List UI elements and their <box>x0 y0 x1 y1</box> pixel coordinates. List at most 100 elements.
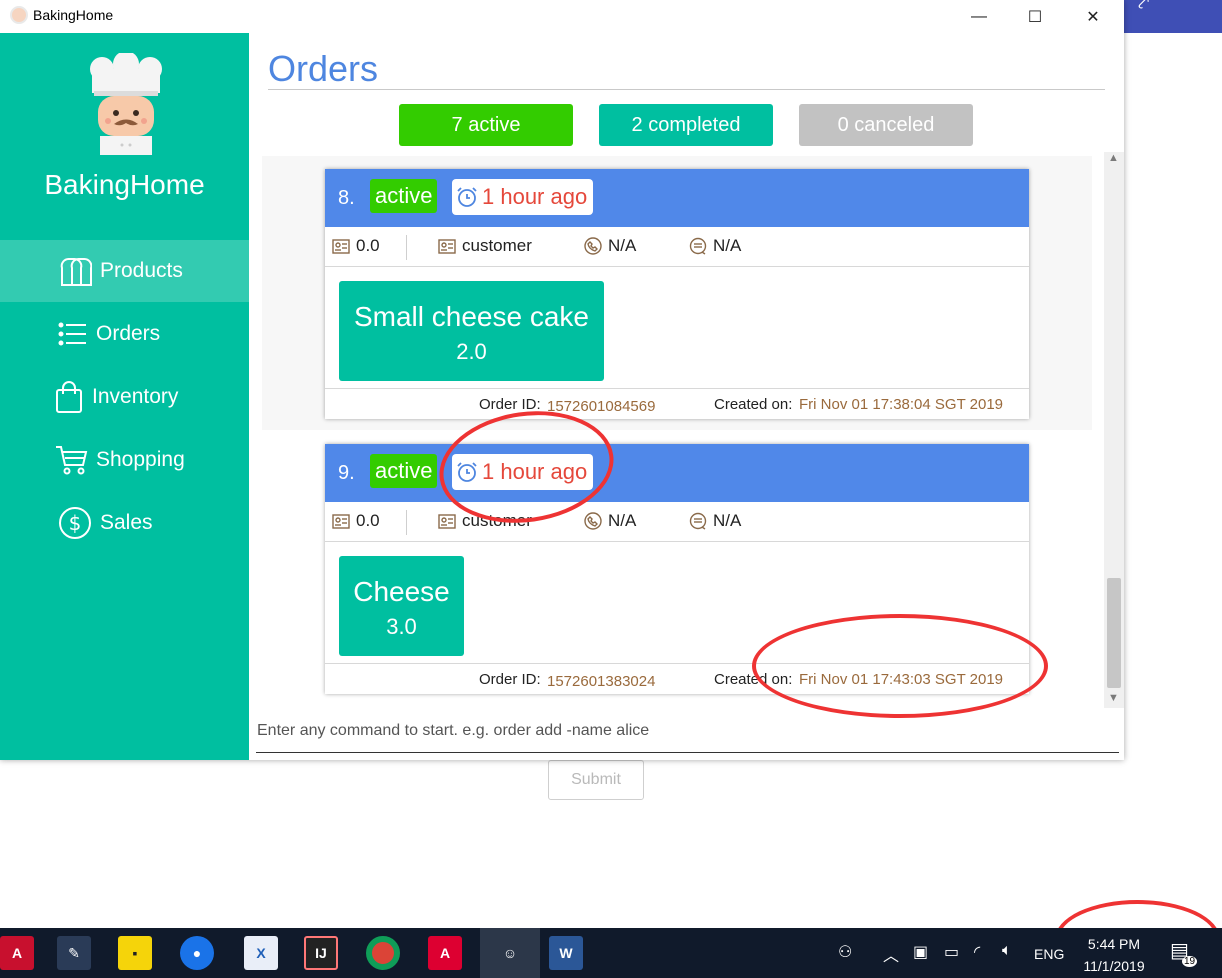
order-id-label: Order ID: <box>479 671 541 688</box>
comment-icon <box>689 237 707 255</box>
order-info-row: 0.0 customer N/A N/A <box>325 227 1029 267</box>
order-remark-value: N/A <box>713 236 742 255</box>
order-list-scrollbar[interactable]: ▲ ▼ <box>1104 152 1124 708</box>
sidebar-item-sales[interactable]: $ Sales <box>0 492 249 554</box>
sidebar: BakingHome Products Orders Inventory Sho… <box>0 33 249 760</box>
sidebar-item-label: Sales <box>100 511 153 534</box>
export-icon: ⤤ <box>1138 0 1150 14</box>
order-number: 8. <box>338 187 355 209</box>
status-badge: active <box>370 454 438 488</box>
order-number: 9. <box>338 462 355 484</box>
scroll-thumb[interactable] <box>1107 578 1121 688</box>
page-title: Orders <box>268 48 379 89</box>
window-title: BakingHome <box>33 7 114 23</box>
volume-icon[interactable]: 🔈︎ <box>1002 942 1012 960</box>
order-info-row: 0.0 customer N/A N/A <box>325 502 1029 542</box>
scroll-down-icon[interactable]: ▼ <box>1108 692 1119 704</box>
order-item-name: Small cheese cake <box>353 301 589 332</box>
battery-icon[interactable]: ▭ <box>944 942 959 962</box>
eclipse-icon[interactable]: ✎ <box>57 936 91 970</box>
bakinghome-taskbar-icon[interactable]: ☺ <box>480 928 540 978</box>
cart-icon <box>56 446 88 475</box>
word-icon[interactable]: W <box>549 936 583 970</box>
dollar-icon: $ <box>59 507 91 539</box>
title-divider <box>268 89 1105 90</box>
divider <box>406 510 407 535</box>
sidebar-item-label: Shopping <box>96 448 185 471</box>
id-card-icon <box>438 239 456 254</box>
sidebar-item-inventory[interactable]: Inventory <box>0 366 249 428</box>
clock-time: 5:44 PM <box>1087 936 1141 952</box>
close-button[interactable]: ✕ <box>1064 0 1122 33</box>
chrome-icon[interactable] <box>366 936 400 970</box>
intellij-icon[interactable]: IJ <box>304 936 338 970</box>
tab-canceled[interactable]: 0 canceled <box>799 104 973 146</box>
command-underline <box>256 752 1119 753</box>
maximize-button[interactable]: ☐ <box>1006 0 1064 33</box>
order-time: 1 hour ago <box>482 184 588 209</box>
acrobat-icon[interactable]: A <box>0 936 34 970</box>
taskbar: A ✎ ▪ ● X IJ A ☺ W ⚇ ︿ ▣ ▭ ◜ 🔈︎ ENG 5:44… <box>0 928 1222 978</box>
tab-completed[interactable]: 2 completed <box>599 104 773 146</box>
minimize-button[interactable]: — <box>950 0 1008 33</box>
maps-icon[interactable]: ● <box>180 936 214 970</box>
status-badge: active <box>370 179 438 213</box>
clock-date: 11/1/2019 <box>1083 958 1145 974</box>
order-item-qty: 2.0 <box>456 339 487 364</box>
order-total: 0.0 <box>332 236 380 256</box>
sticky-notes-icon[interactable]: ▪ <box>118 936 152 970</box>
order-customer: customer <box>438 236 532 256</box>
sidebar-item-shopping[interactable]: Shopping <box>0 429 249 491</box>
submit-button[interactable]: Submit <box>548 760 644 800</box>
order-item-name: Cheese <box>353 576 450 607</box>
order-id: 1572601084569 <box>547 398 656 415</box>
order-customer-value: customer <box>462 236 532 255</box>
wifi-icon[interactable]: ◜ <box>974 942 980 962</box>
alarm-clock-icon <box>457 187 477 207</box>
order-card-footer: Order ID: 1572601084569 Created on: Fri … <box>325 388 1029 419</box>
id-card-icon <box>332 239 350 254</box>
angular-icon[interactable]: A <box>428 936 462 970</box>
order-card-header: 9. active 1 hour ago <box>325 444 1029 502</box>
sidebar-item-products[interactable]: Products <box>0 240 249 302</box>
order-phone: N/A <box>584 236 636 256</box>
tab-active[interactable]: 7 active <box>399 104 573 146</box>
id-card-icon <box>332 514 350 529</box>
clock[interactable]: 5:44 PM 11/1/2019 <box>1078 933 1150 977</box>
order-item-qty: 3.0 <box>386 614 417 639</box>
id-card-icon <box>438 514 456 529</box>
people-icon[interactable]: ⚇ <box>838 942 852 962</box>
order-item-button[interactable]: Cheese 3.0 <box>339 556 464 656</box>
background-window-strip: ⤤ <box>1124 0 1222 33</box>
order-phone: N/A <box>584 511 636 531</box>
bag-icon <box>56 381 82 413</box>
language-indicator[interactable]: ENG <box>1034 946 1064 962</box>
phone-icon <box>584 512 602 530</box>
tray-app-icon[interactable]: ▣ <box>913 942 928 962</box>
command-input[interactable]: Enter any command to start. e.g. order a… <box>257 722 649 740</box>
app-icon <box>10 6 28 24</box>
order-remark: N/A <box>689 511 741 531</box>
order-total-value: 0.0 <box>356 511 380 530</box>
xmind-icon[interactable]: X <box>244 936 278 970</box>
order-card[interactable]: 8. active 1 hour ago 0.0 customer N/A N/… <box>325 169 1029 419</box>
sidebar-item-label: Inventory <box>92 385 179 408</box>
phone-icon <box>584 237 602 255</box>
title-bar: BakingHome — ☐ ✕ <box>0 0 1124 33</box>
sidebar-item-label: Products <box>100 259 183 282</box>
list-icon <box>58 322 86 346</box>
created-label: Created on: <box>714 396 793 413</box>
order-phone-value: N/A <box>608 511 637 530</box>
sidebar-item-orders[interactable]: Orders <box>0 303 249 365</box>
svg-text:$: $ <box>69 511 82 535</box>
order-total: 0.0 <box>332 511 380 531</box>
bread-icon <box>60 258 92 286</box>
annotation-circle-created <box>752 614 1048 718</box>
order-card-header: 8. active 1 hour ago <box>325 169 1029 227</box>
notification-count: 19 <box>1182 956 1198 967</box>
chevron-up-icon[interactable]: ︿ <box>883 942 899 966</box>
order-item-button[interactable]: Small cheese cake 2.0 <box>339 281 604 381</box>
created-on: Fri Nov 01 17:38:04 SGT 2019 <box>799 396 1004 413</box>
sidebar-brand: BakingHome <box>44 169 205 200</box>
scroll-up-icon[interactable]: ▲ <box>1108 152 1119 164</box>
